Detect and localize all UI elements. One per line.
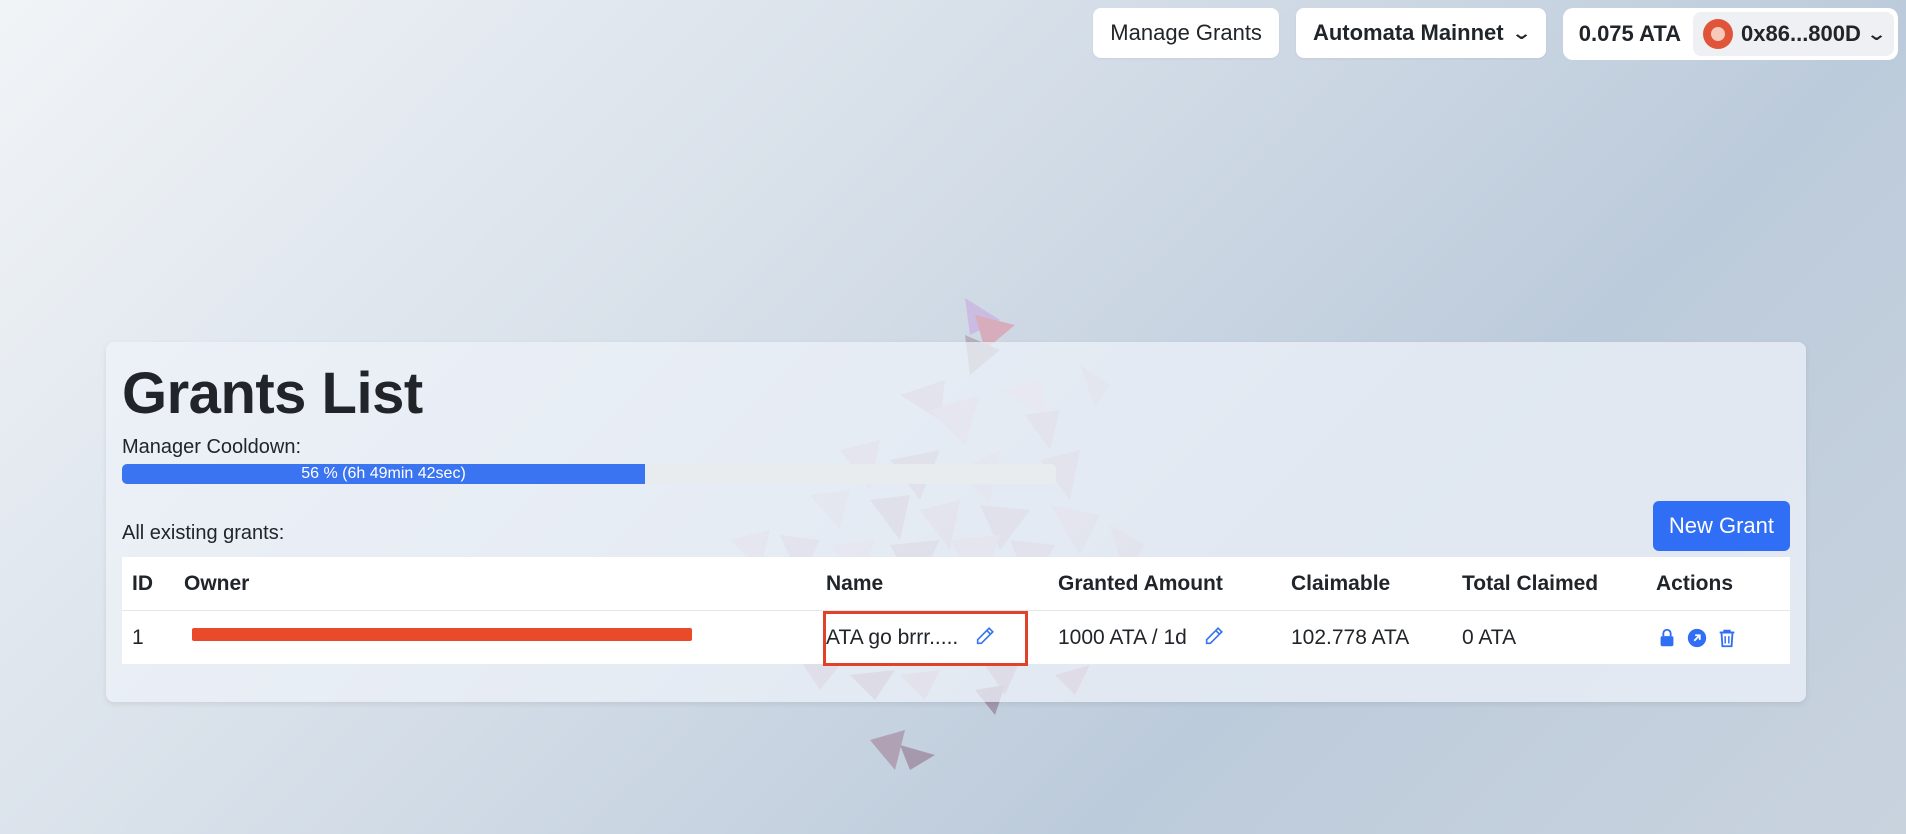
- top-bar: Manage Grants Automata Mainnet ⌄ 0.075 A…: [1093, 8, 1898, 60]
- table-header-row: ID Owner Name Granted Amount Claimable T…: [122, 557, 1790, 611]
- manage-grants-label: Manage Grants: [1110, 20, 1262, 45]
- account-widget: 0.075 ATA 0x86...800D ⌄: [1562, 8, 1898, 60]
- table-row: 1 ATA go brrr..... 1000 ATA / 1d 102.778…: [122, 611, 1790, 666]
- highlight-box: [823, 611, 1028, 666]
- redaction-mark: [192, 627, 692, 641]
- header-granted-amount: Granted Amount: [1058, 571, 1223, 595]
- grants-panel: Grants List Manager Cooldown: 56 % (6h 4…: [106, 342, 1806, 702]
- existing-grants-label: All existing grants:: [122, 522, 285, 544]
- header-owner: Owner: [184, 571, 250, 595]
- claimable: 102.778 ATA: [1291, 625, 1410, 649]
- grant-owner-cell: [174, 624, 814, 652]
- header-total-claimed: Total Claimed: [1462, 571, 1599, 595]
- network-label: Automata Mainnet: [1312, 20, 1504, 45]
- account-address-button[interactable]: 0x86...800D ⌄: [1693, 12, 1894, 56]
- owner-address-link[interactable]: [184, 624, 692, 646]
- grants-table: ID Owner Name Granted Amount Claimable T…: [122, 557, 1790, 666]
- header-id: ID: [132, 571, 153, 595]
- chevron-down-icon: ⌄: [1865, 23, 1888, 44]
- header-claimable: Claimable: [1291, 571, 1391, 595]
- grant-id: 1: [132, 625, 144, 649]
- cooldown-label: Manager Cooldown:: [122, 436, 301, 458]
- account-balance: 0.075 ATA: [1578, 21, 1682, 46]
- granted-amount-cell: 1000 ATA / 1d: [1046, 625, 1279, 650]
- actions-cell: [1646, 627, 1790, 649]
- header-name: Name: [826, 571, 884, 595]
- avatar: [1703, 19, 1734, 49]
- cooldown-progress: 56 % (6h 49min 42sec): [122, 464, 1056, 484]
- arrow-up-right-circle-icon[interactable]: [1686, 627, 1708, 649]
- account-address: 0x86...800D: [1741, 21, 1861, 46]
- pencil-icon[interactable]: [1203, 625, 1225, 647]
- page-title: Grants List: [122, 361, 423, 426]
- total-claimed: 0 ATA: [1462, 625, 1517, 649]
- header-actions: Actions: [1656, 571, 1734, 595]
- lock-icon[interactable]: [1656, 627, 1678, 649]
- new-grant-button[interactable]: New Grant: [1652, 501, 1790, 551]
- chevron-down-icon: ⌄: [1510, 22, 1532, 43]
- granted-amount: 1000 ATA / 1d: [1058, 626, 1187, 649]
- manage-grants-button[interactable]: Manage Grants: [1093, 8, 1279, 58]
- trash-icon[interactable]: [1716, 627, 1738, 649]
- network-selector[interactable]: Automata Mainnet ⌄: [1295, 8, 1546, 58]
- cooldown-progress-fill: 56 % (6h 49min 42sec): [122, 464, 646, 484]
